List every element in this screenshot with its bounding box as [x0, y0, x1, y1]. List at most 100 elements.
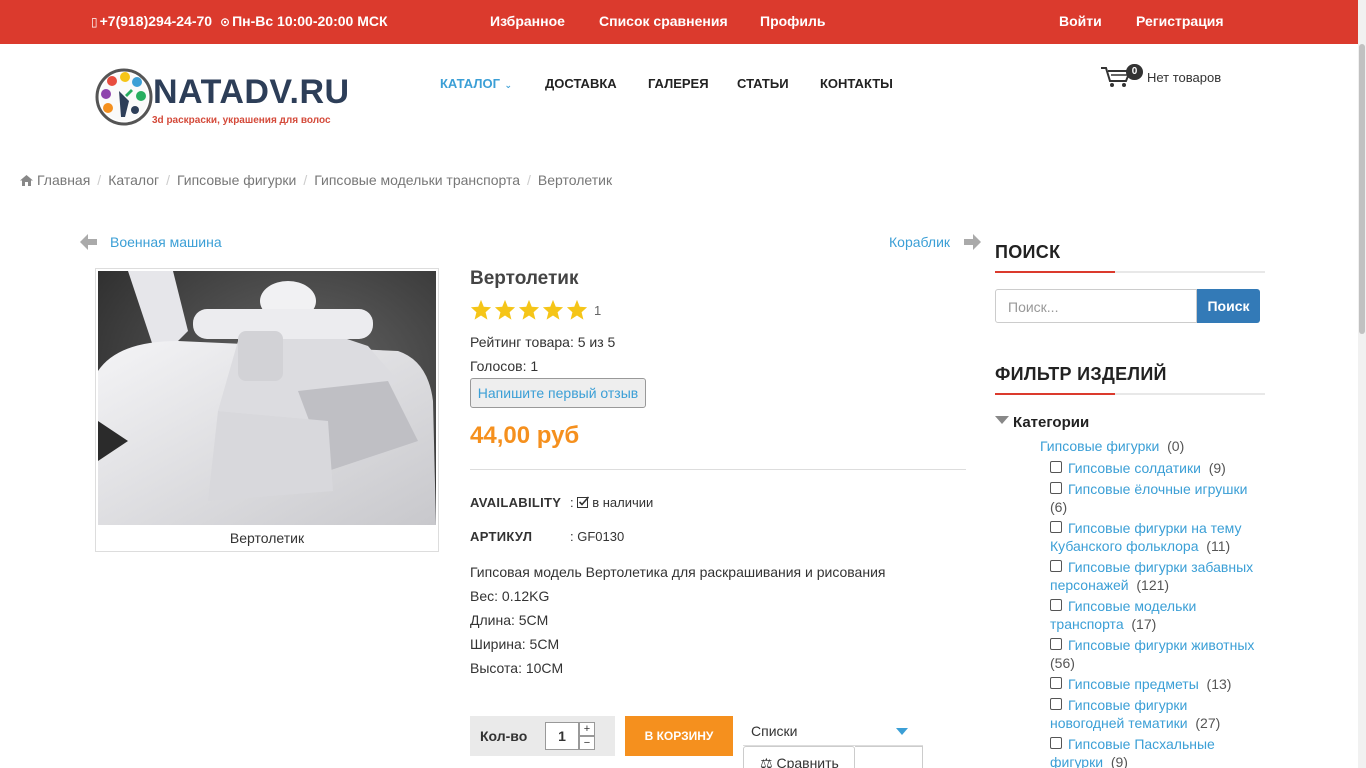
lists-select[interactable]: Списки — [743, 716, 923, 746]
category-count: (6) — [1050, 499, 1068, 515]
category-checkbox[interactable] — [1050, 560, 1062, 572]
add-to-cart-button[interactable]: В КОРЗИНУ — [625, 716, 733, 756]
category-checkbox[interactable] — [1050, 677, 1062, 689]
breadcrumb-catalog[interactable]: Каталог — [108, 172, 159, 188]
category-item[interactable]: Гипсовые предметы (13) — [1050, 675, 1265, 693]
caret-down-icon — [896, 728, 908, 735]
nav-catalog[interactable]: Каталог ⌄ — [440, 76, 512, 91]
favorites-link[interactable]: Избранное — [490, 13, 565, 29]
triangle-down-icon — [995, 416, 1009, 424]
compare-list-link[interactable]: Список сравнения — [599, 13, 728, 29]
category-link[interactable]: Гипсовые фигурки животных — [1068, 637, 1254, 653]
breadcrumb: Главная / Каталог / Гипсовые фигурки / Гипсовы… — [20, 172, 612, 188]
root-category-link[interactable]: Гипсовые фигурки — [1040, 438, 1159, 454]
availability-value: : в наличии — [570, 495, 654, 510]
cart-label: Нет товаров — [1147, 70, 1222, 85]
star-icon[interactable] — [518, 299, 540, 321]
product-photo[interactable] — [98, 271, 436, 525]
page-scrollbar[interactable] — [1358, 0, 1366, 768]
star-icon[interactable] — [566, 299, 588, 321]
product-weight: Вес: 0.12KG — [470, 588, 550, 604]
scrollbar-thumb[interactable] — [1359, 44, 1365, 334]
category-count: (13) — [1206, 676, 1232, 692]
categories-toggle[interactable]: Категории — [995, 414, 1089, 431]
category-link[interactable]: Гипсовые модельки транспорта — [1050, 598, 1196, 632]
nav-contacts[interactable]: Контакты — [820, 76, 893, 91]
compare-label: Сравнить — [776, 755, 839, 768]
filter-title-underline — [995, 393, 1265, 395]
rating-stars[interactable]: 1 — [470, 299, 601, 321]
category-item[interactable]: Гипсовые солдатики (9) — [1050, 459, 1265, 477]
category-item[interactable]: Гипсовые фигурки забавных персонажей (12… — [1050, 558, 1265, 594]
category-count: (9) — [1208, 460, 1226, 476]
breadcrumb-gypsum-figures[interactable]: Гипсовые фигурки — [177, 172, 296, 188]
arrow-right-icon[interactable] — [963, 234, 981, 250]
breadcrumb-separator: / — [166, 172, 170, 188]
filter-title: Фильтр изделий — [995, 364, 1167, 384]
category-checkbox[interactable] — [1050, 698, 1062, 710]
login-link[interactable]: Войти — [1059, 13, 1102, 29]
search-title: Поиск — [995, 242, 1061, 262]
prev-product-link[interactable]: Военная машина — [110, 234, 222, 250]
star-icon[interactable] — [494, 299, 516, 321]
category-checkbox[interactable] — [1050, 638, 1062, 650]
mini-cart[interactable]: 0 Нет товаров — [1100, 64, 1230, 90]
scales-icon: ⚖ — [760, 755, 777, 768]
phone-number: +7(918)294-24-70 — [99, 13, 213, 29]
nav-articles[interactable]: Статьи — [737, 76, 789, 91]
quantity-input[interactable]: 1 — [545, 722, 579, 750]
breadcrumb-home[interactable]: Главная — [37, 172, 90, 188]
search-button[interactable]: Поиск — [1197, 289, 1260, 323]
search-input[interactable]: Поиск... — [995, 289, 1197, 323]
quantity-decrease-button[interactable]: − — [579, 736, 595, 750]
product-image-box[interactable]: Вертолетик — [95, 268, 439, 552]
compare-button[interactable]: ⚖ Сравнить — [743, 746, 855, 768]
write-review-button[interactable]: Напишите первый отзыв — [470, 378, 646, 408]
category-checkbox[interactable] — [1050, 482, 1062, 494]
category-item[interactable]: Гипсовые фигурки животных (56) — [1050, 636, 1265, 672]
category-link[interactable]: Гипсовые солдатики — [1068, 460, 1201, 476]
divider — [470, 469, 966, 470]
star-icon[interactable] — [542, 299, 564, 321]
rating-votes-count: 1 — [594, 303, 602, 318]
lists-select-value: Списки — [751, 723, 798, 739]
helicopter-figure-image — [98, 271, 436, 525]
check-square-icon — [577, 496, 590, 508]
category-link[interactable]: Гипсовые предметы — [1068, 676, 1199, 692]
category-checkbox[interactable] — [1050, 521, 1062, 533]
category-checkbox[interactable] — [1050, 737, 1062, 749]
profile-link[interactable]: Профиль — [760, 13, 826, 29]
category-item[interactable]: Гипсовые фигурки новогодней тематики (27… — [1050, 696, 1265, 732]
category-count: (9) — [1110, 754, 1128, 768]
quantity-box: Кол-во 1 + − — [470, 716, 615, 756]
next-product-link[interactable]: Кораблик — [889, 234, 950, 250]
category-item[interactable]: Гипсовые фигурки на тему Кубанского фоль… — [1050, 519, 1265, 555]
root-category[interactable]: Гипсовые фигурки (0) — [1040, 438, 1184, 454]
category-link[interactable]: Гипсовые фигурки новогодней тематики — [1050, 697, 1188, 731]
category-item[interactable]: Гипсовые ёлочные игрушки (6) — [1050, 480, 1265, 516]
register-link[interactable]: Регистрация — [1136, 13, 1224, 29]
site-logo[interactable]: NATADV.RU 3d раскраски, украшения для во… — [95, 67, 355, 129]
nav-delivery[interactable]: Доставка — [545, 76, 617, 91]
palette-icon — [95, 68, 153, 126]
breadcrumb-separator: / — [527, 172, 531, 188]
category-link[interactable]: Гипсовые Пасхальные фигурки — [1050, 736, 1215, 768]
category-item[interactable]: Гипсовые модельки транспорта (17) — [1050, 597, 1265, 633]
category-checkbox[interactable] — [1050, 461, 1062, 473]
nav-gallery[interactable]: Галерея — [648, 76, 709, 91]
clock-icon: ⊙ — [220, 15, 231, 29]
arrow-left-icon[interactable] — [80, 234, 98, 250]
quantity-label: Кол-во — [480, 728, 528, 744]
availability-label: AVAILABILITY — [470, 495, 562, 510]
star-icon[interactable] — [470, 299, 492, 321]
breadcrumb-transport-models[interactable]: Гипсовые модельки транспорта — [314, 172, 520, 188]
quantity-increase-button[interactable]: + — [579, 722, 595, 736]
compare-extra-button[interactable] — [855, 746, 923, 768]
category-item[interactable]: Гипсовые Пасхальные фигурки (9) — [1050, 735, 1265, 768]
category-count: (56) — [1050, 655, 1075, 671]
image-caption: Вертолетик — [229, 530, 305, 546]
category-count: (121) — [1136, 577, 1170, 593]
category-checkbox[interactable] — [1050, 599, 1062, 611]
category-link[interactable]: Гипсовые ёлочные игрушки — [1068, 481, 1247, 497]
category-count: (11) — [1206, 538, 1231, 554]
